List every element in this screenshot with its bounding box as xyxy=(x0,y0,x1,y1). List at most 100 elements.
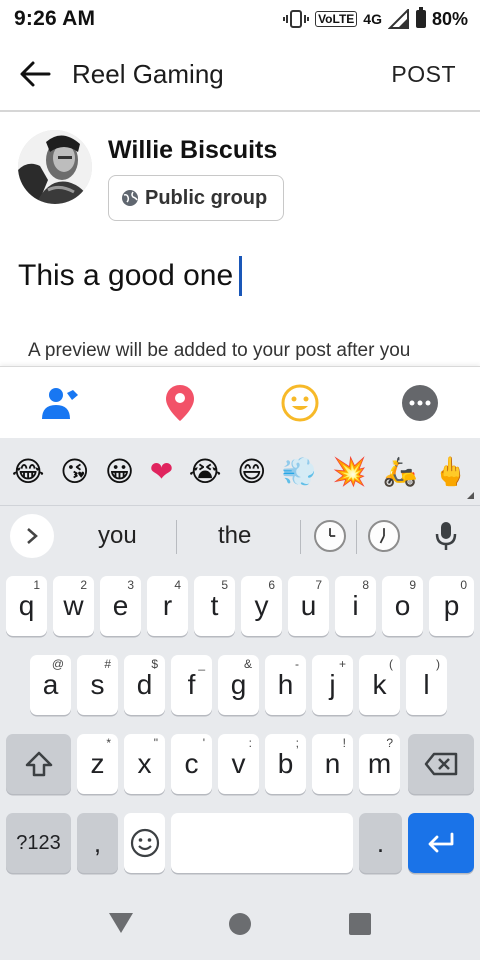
shift-arrow-icon xyxy=(25,751,52,777)
key-hint: ' xyxy=(202,736,205,750)
key-hint: 3 xyxy=(127,578,134,592)
key[interactable]: p0 xyxy=(429,576,474,636)
key[interactable]: a @ xyxy=(30,655,71,715)
status-icons: VoLTE 4G 80% xyxy=(283,7,468,30)
more-dots-icon xyxy=(402,384,438,421)
key-hint: 8 xyxy=(362,578,369,592)
location-pin-icon xyxy=(166,384,194,421)
key-label: y xyxy=(254,590,269,621)
more-options-button[interactable] xyxy=(360,367,480,439)
shift-key[interactable] xyxy=(6,734,71,794)
enter-key[interactable] xyxy=(408,813,474,873)
emoji-key[interactable]: 😭 xyxy=(189,455,222,488)
backspace-key[interactable] xyxy=(408,734,474,794)
key[interactable]: g & xyxy=(218,655,259,715)
key-label: i xyxy=(352,590,359,621)
key[interactable]: f _ xyxy=(171,655,212,715)
suggestion-strip: you the xyxy=(0,506,480,566)
key-hint: 2 xyxy=(80,578,87,592)
key-hint: 7 xyxy=(315,578,322,592)
signal-icon xyxy=(387,9,409,29)
key[interactable]: e3 xyxy=(100,576,141,636)
emoji-key[interactable]: 😘 xyxy=(60,455,89,488)
expand-toolbar-button[interactable] xyxy=(10,514,54,558)
key[interactable]: j + xyxy=(312,655,353,715)
microphone-icon[interactable] xyxy=(434,520,458,552)
period-key[interactable]: . xyxy=(359,813,402,873)
feeling-button[interactable] xyxy=(240,367,360,439)
status-bar: 9:26 AM VoLTE 4G 80% xyxy=(0,0,480,38)
key-hint: 0 xyxy=(460,578,467,592)
key-label: t xyxy=(210,590,219,621)
emoji-key[interactable]: 😀 xyxy=(105,455,134,488)
key[interactable]: c ' xyxy=(171,734,212,794)
globe-icon xyxy=(122,190,138,206)
key[interactable]: n! xyxy=(312,734,353,794)
suggestion-word[interactable]: you xyxy=(98,522,137,550)
suggestion-word[interactable]: the xyxy=(218,522,251,550)
key[interactable]: i8 xyxy=(335,576,376,636)
system-nav-bar xyxy=(0,886,480,960)
emoji-key[interactable]: 🖕 xyxy=(433,455,468,488)
key[interactable]: o9 xyxy=(382,576,423,636)
key[interactable]: v: xyxy=(218,734,259,794)
nav-back-icon[interactable] xyxy=(108,912,134,934)
key-label: v xyxy=(231,748,246,779)
key-label: d xyxy=(136,669,153,700)
key-hint: 9 xyxy=(409,578,416,592)
key-hint: - xyxy=(295,657,299,671)
emoji-smiley-icon xyxy=(130,828,159,858)
tag-people-icon xyxy=(42,387,78,419)
key[interactable]: m? xyxy=(359,734,400,794)
keyboard: 😂 😘 😀 ❤ 😭 😄 💨 💥 🛵 🖕 you the q 1 w 2 e 3 … xyxy=(0,438,480,886)
emoji-key[interactable]: 😄 xyxy=(237,455,266,488)
location-button[interactable] xyxy=(120,367,240,439)
key-label: h xyxy=(277,669,294,700)
emoji-key[interactable]: 😂 xyxy=(12,455,45,488)
key-hint: 4 xyxy=(174,578,181,592)
emoji-key[interactable]: 🛵 xyxy=(383,455,418,488)
comma-key[interactable]: , xyxy=(77,813,118,873)
nav-recents-icon[interactable] xyxy=(348,912,372,936)
back-button[interactable] xyxy=(0,37,70,111)
privacy-selector[interactable]: Public group xyxy=(108,175,285,221)
key-hint: $ xyxy=(151,657,158,671)
key[interactable]: x " xyxy=(124,734,165,794)
key[interactable]: u7 xyxy=(288,576,329,636)
emoji-keyboard-key[interactable] xyxy=(124,813,165,873)
clock-emoji-icon[interactable] xyxy=(314,520,346,552)
key[interactable]: l) xyxy=(406,655,447,715)
key-hint: ! xyxy=(342,736,346,750)
key-label: c xyxy=(184,748,199,779)
emoji-key[interactable]: 💥 xyxy=(332,455,367,488)
key-label: g xyxy=(230,669,247,700)
key[interactable]: d $ xyxy=(124,655,165,715)
key[interactable]: k( xyxy=(359,655,400,715)
key-label: q xyxy=(18,590,35,621)
key[interactable]: z * xyxy=(77,734,118,794)
avatar[interactable] xyxy=(18,130,92,204)
post-button[interactable]: POST xyxy=(391,61,480,88)
key-label: z xyxy=(90,748,105,779)
emoji-key[interactable]: ❤ xyxy=(150,455,173,488)
key[interactable]: y6 xyxy=(241,576,282,636)
emoji-key[interactable]: 💨 xyxy=(282,455,317,488)
key-label: f xyxy=(187,669,196,700)
key[interactable]: s # xyxy=(77,655,118,715)
post-text-input[interactable]: This a good one xyxy=(18,256,243,296)
key[interactable]: h- xyxy=(265,655,306,715)
preview-note: A preview will be added to your post aft… xyxy=(28,340,411,361)
key[interactable]: r4 xyxy=(147,576,188,636)
clock-emoji-icon[interactable] xyxy=(368,520,400,552)
key[interactable]: w2 xyxy=(53,576,94,636)
key[interactable]: b; xyxy=(265,734,306,794)
key-label: u xyxy=(300,590,317,621)
key[interactable]: q1 xyxy=(6,576,47,636)
app-bar: Reel Gaming POST xyxy=(0,38,480,112)
vibrate-icon xyxy=(283,10,310,28)
symbols-key[interactable]: ?123 xyxy=(6,813,71,873)
key[interactable]: t5 xyxy=(194,576,235,636)
tag-people-button[interactable] xyxy=(0,367,120,439)
nav-home-icon[interactable] xyxy=(228,912,252,936)
spacebar-key[interactable] xyxy=(171,813,353,873)
